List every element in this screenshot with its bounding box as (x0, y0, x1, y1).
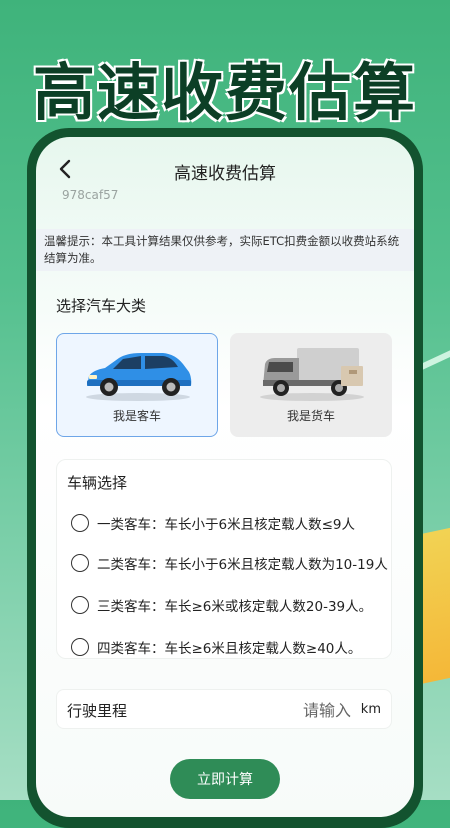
vehicle-option-class-4[interactable]: 四类客车：车长≥6米且核定载人数≥40人。 (71, 636, 391, 660)
app-screen: 高速收费估算 978caf57 温馨提示：本工具计算结果仅供参考，实际ETC扣费… (36, 137, 414, 817)
banner-headline: 高速收费估算 (32, 56, 417, 129)
vehicle-class-label: 选择汽车大类 (56, 297, 147, 315)
passenger-car-label: 我是客车 (112, 409, 161, 423)
truck-icon (260, 348, 364, 401)
vehicle-option-label: 一类客车：车长小于6米且核定载人数≤9人 (97, 517, 355, 533)
mileage-row: 行驶里程 km (56, 689, 392, 729)
build-id: 978caf57 (62, 188, 119, 202)
truck-option[interactable]: 我是货车 (230, 333, 392, 437)
passenger-car-icon (86, 353, 192, 401)
vehicle-option-label: 三类客车：车长≥6米或核定载人数20-39人。 (97, 599, 373, 615)
calculate-button[interactable]: 立即计算 (170, 759, 280, 799)
vehicle-option-class-2[interactable]: 二类客车：车长小于6米且核定载人数为10-19人 (71, 552, 391, 576)
vehicle-select-title: 车辆选择 (67, 474, 128, 492)
radio-button[interactable] (71, 596, 89, 614)
vehicle-option-label: 二类客车：车长小于6米且核定载人数为10-19人 (97, 557, 388, 573)
mileage-input[interactable] (229, 696, 353, 724)
vehicle-select-card: 车辆选择 一类客车：车长小于6米且核定载人数≤9人 二类客车：车长小于6米且核定… (56, 459, 392, 659)
passenger-car-option[interactable]: 我是客车 (56, 333, 218, 437)
vehicle-option-label: 四类客车：车长≥6米且核定载人数≥40人。 (97, 641, 362, 657)
vehicle-option-class-3[interactable]: 三类客车：车长≥6米或核定载人数20-39人。 (71, 594, 391, 618)
nav-bar: 高速收费估算 978caf57 (36, 137, 414, 202)
truck-label: 我是货车 (286, 409, 335, 423)
mileage-unit: km (360, 702, 381, 717)
page-title: 高速收费估算 (174, 164, 276, 184)
mileage-label: 行驶里程 (67, 702, 128, 720)
radio-button[interactable] (71, 514, 89, 532)
decorative-stripe (420, 525, 450, 685)
vehicle-option-class-1[interactable]: 一类客车：车长小于6米且核定载人数≤9人 (71, 512, 391, 536)
radio-button[interactable] (71, 554, 89, 572)
radio-button[interactable] (71, 638, 89, 656)
notice-banner: 温馨提示：本工具计算结果仅供参考，实际ETC扣费金额以收费站系统结算为准。 (36, 229, 414, 271)
